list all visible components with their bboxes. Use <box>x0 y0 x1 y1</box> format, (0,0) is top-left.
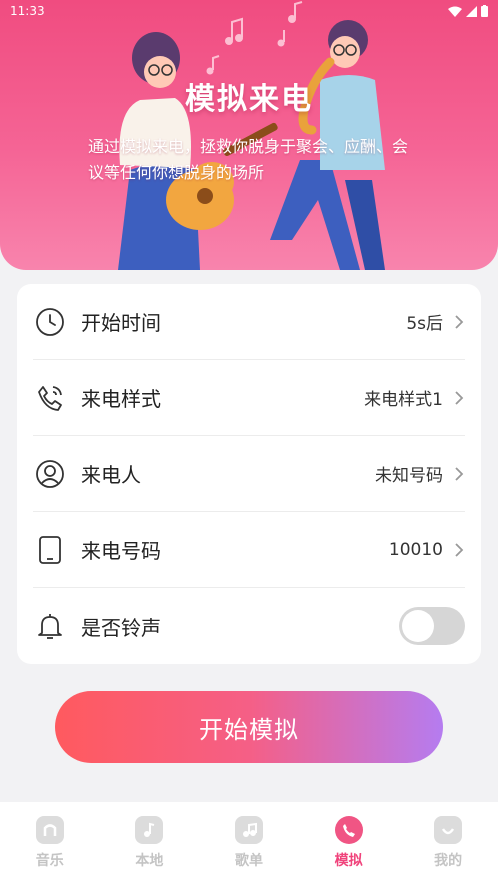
caller-row[interactable]: 来电人 未知号码 <box>33 436 465 512</box>
tab-simulate[interactable]: 模拟 <box>299 802 399 885</box>
tab-playlist[interactable]: 歌单 <box>199 802 299 885</box>
start-time-label: 开始时间 <box>81 311 161 335</box>
profile-icon <box>434 816 463 844</box>
hero-description: 通过模拟来电，拯救你脱身于聚会、应酬、会议等任何你想脱身的场所 <box>88 137 409 182</box>
bell-icon <box>33 609 67 643</box>
person-icon <box>33 457 67 491</box>
toggle-knob <box>402 610 434 642</box>
chevron-right-icon <box>455 542 464 557</box>
hero-title: 模拟来电 <box>185 82 313 117</box>
clock-icon <box>33 305 67 339</box>
folder-music-icon <box>135 816 164 844</box>
start-time-value: 5s后 <box>406 314 443 334</box>
status-bar: 11:33 <box>0 0 498 22</box>
phone-icon <box>334 816 363 844</box>
tab-label: 歌单 <box>234 853 263 869</box>
phone-ring-icon <box>33 381 67 415</box>
caller-label: 来电人 <box>81 463 141 487</box>
tab-label: 我的 <box>434 853 463 869</box>
chevron-right-icon <box>455 314 464 329</box>
settings-card: 开始时间 5s后 来电样式 来电样式1 来电人 未知号码 来电号码 10010 … <box>17 284 481 664</box>
caller-number-label: 来电号码 <box>81 539 161 563</box>
ringtone-label: 是否铃声 <box>81 615 161 640</box>
wifi-icon <box>448 6 462 17</box>
tab-label: 本地 <box>135 853 164 869</box>
status-icons <box>448 5 488 17</box>
ringtone-toggle[interactable] <box>399 607 465 645</box>
start-time-row[interactable]: 开始时间 5s后 <box>33 284 465 360</box>
playlist-icon <box>234 816 263 844</box>
tab-label: 音乐 <box>35 853 64 869</box>
call-style-value: 来电样式1 <box>364 390 443 410</box>
tab-music[interactable]: 音乐 <box>0 802 100 885</box>
tablet-icon <box>33 533 67 567</box>
battery-icon <box>481 5 488 17</box>
chevron-right-icon <box>455 466 464 481</box>
tab-local[interactable]: 本地 <box>100 802 200 885</box>
caller-number-row[interactable]: 来电号码 10010 <box>33 512 465 588</box>
music-icon <box>35 816 64 844</box>
caller-number-value: 10010 <box>388 539 443 560</box>
status-time: 11:33 <box>10 4 45 18</box>
start-simulation-button[interactable]: 开始模拟 <box>55 691 443 763</box>
call-style-label: 来电样式 <box>81 387 161 411</box>
signal-icon <box>466 5 477 17</box>
tab-label: 模拟 <box>334 853 363 869</box>
call-style-row[interactable]: 来电样式 来电样式1 <box>33 360 465 436</box>
caller-value: 未知号码 <box>375 466 443 486</box>
ringtone-row: 是否铃声 <box>33 588 465 664</box>
bottom-tab-bar: 音乐 本地 歌单 模拟 我的 <box>0 802 498 885</box>
tab-profile[interactable]: 我的 <box>398 802 498 885</box>
chevron-right-icon <box>455 390 464 405</box>
hero-banner: 模拟来电 通过模拟来电，拯救你脱身于聚会、应酬、会议等任何你想脱身的场所 <box>0 0 498 270</box>
